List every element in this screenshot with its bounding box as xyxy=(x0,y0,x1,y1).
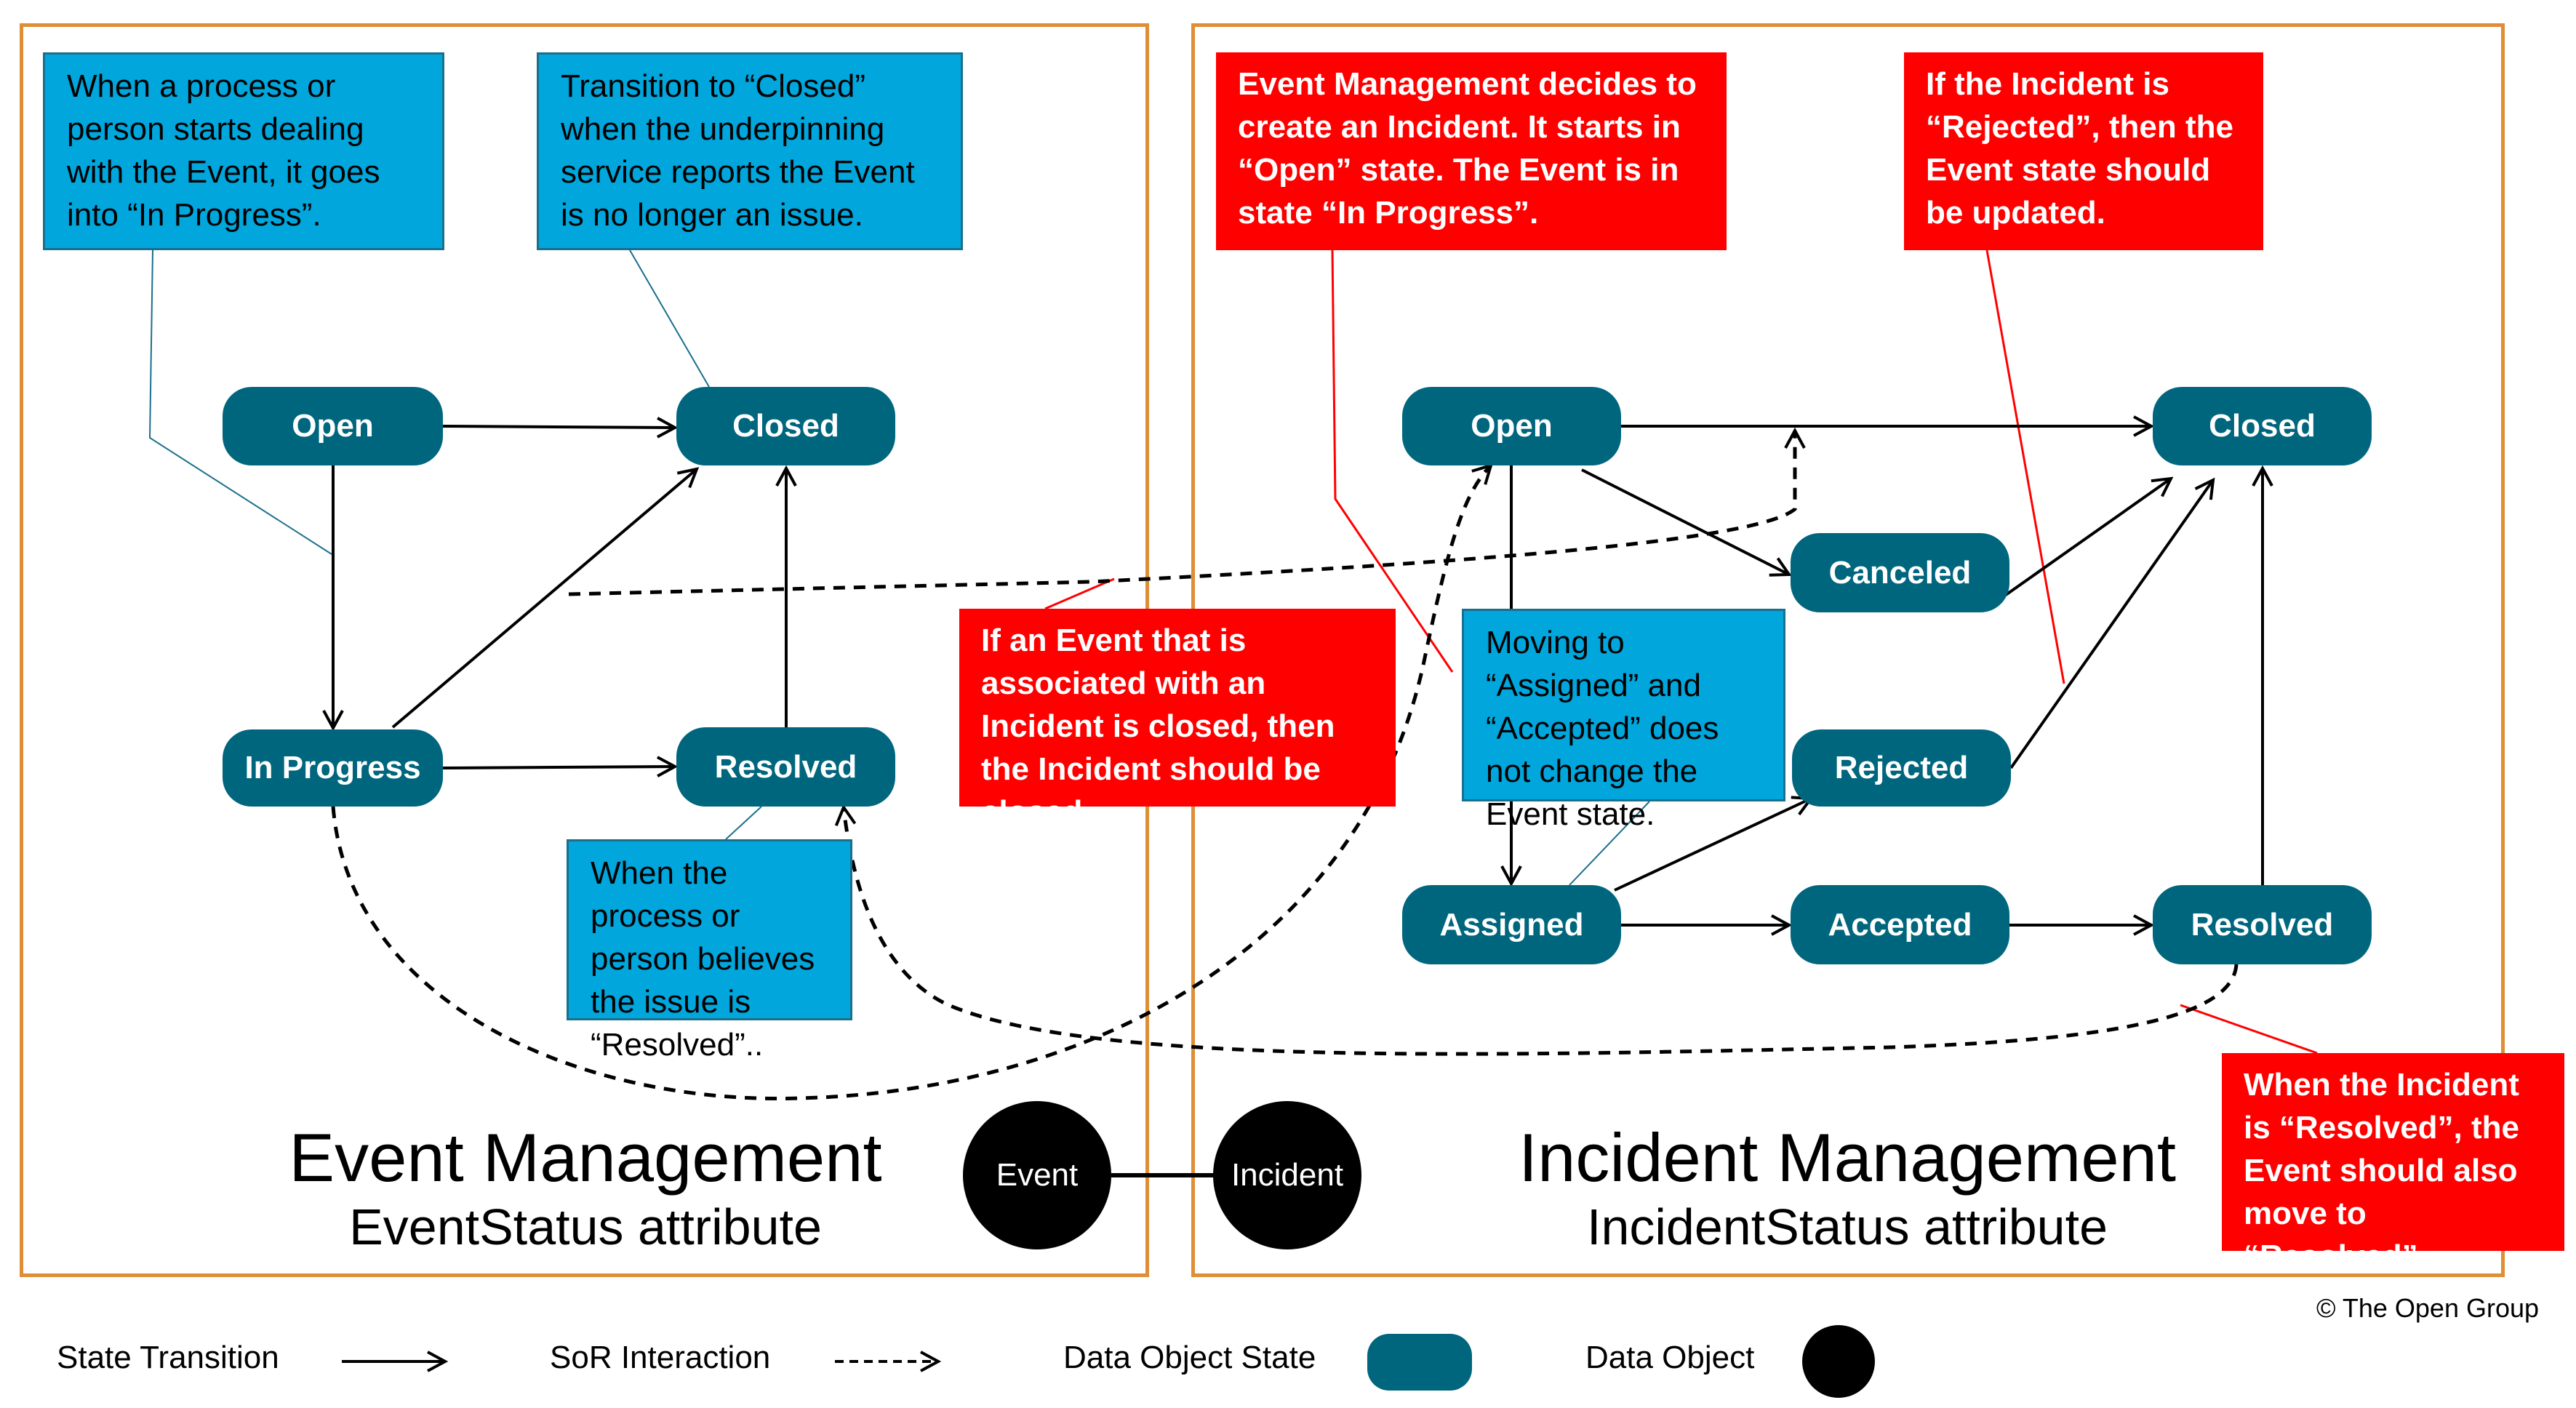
incident-subtitle: IncidentStatus attribute xyxy=(1587,1199,2108,1255)
leader-red-rejected xyxy=(1985,249,2065,684)
legend-data-object-state-swatch xyxy=(1367,1334,1472,1391)
leader-note-closed xyxy=(629,249,710,388)
data-object-event: Event xyxy=(963,1101,1111,1249)
note-resolved: When the process or person believes the … xyxy=(567,839,852,1063)
note-incident-rejected: If the Incident is “Rejected”, then the … xyxy=(1904,52,2263,250)
transition-open-closed-event xyxy=(442,426,675,428)
transition-inprogress-closed xyxy=(391,469,697,729)
legend-data-object-state-label: Data Object State xyxy=(1063,1340,1316,1375)
event-management-title: Event Management EventStatus attribute xyxy=(233,1120,938,1258)
event-state-resolved: Resolved xyxy=(676,727,895,807)
note-event-closed: If an Event that is associated with an I… xyxy=(959,609,1396,830)
incident-title: Incident Management xyxy=(1518,1119,2176,1196)
data-object-incident: Incident xyxy=(1213,1101,1361,1249)
note-in-progress: When a process or person starts dealing … xyxy=(43,52,444,250)
legend-data-object-label: Data Object xyxy=(1585,1340,1755,1375)
leader-note-resolved xyxy=(725,806,762,840)
incident-state-accepted: Accepted xyxy=(1791,885,2009,964)
incident-state-assigned: Assigned xyxy=(1402,885,1621,964)
note-incident-resolved: When the Incident is “Resolved”, the Eve… xyxy=(2222,1053,2564,1274)
note-assigned-accepted: Moving to “Assigned” and “Accepted” does… xyxy=(1462,609,1785,832)
event-title: Event Management xyxy=(289,1119,882,1196)
incident-state-canceled: Canceled xyxy=(1791,533,2009,612)
event-subtitle: EventStatus attribute xyxy=(349,1199,822,1255)
event-state-open: Open xyxy=(223,387,443,465)
note-closed: Transition to “Closed” when the underpin… xyxy=(537,52,963,250)
legend-data-object-swatch xyxy=(1802,1325,1875,1398)
copyright: © The Open Group xyxy=(2316,1293,2540,1323)
legend-state-transition-label: State Transition xyxy=(57,1340,279,1375)
event-state-in-progress: In Progress xyxy=(223,729,443,807)
transition-rejected-closed xyxy=(2009,480,2213,769)
incident-management-title: Incident Management IncidentStatus attri… xyxy=(1484,1120,2211,1258)
incident-state-open: Open xyxy=(1402,387,1621,465)
incident-state-resolved: Resolved xyxy=(2153,885,2372,964)
transition-open-canceled xyxy=(1581,468,1789,575)
legend-sor-interaction-label: SoR Interaction xyxy=(550,1340,771,1375)
event-state-closed: Closed xyxy=(676,387,895,465)
incident-state-closed: Closed xyxy=(2153,387,2372,465)
leader-red-incident-resolved xyxy=(2180,1004,2318,1055)
incident-state-rejected: Rejected xyxy=(1792,729,2011,807)
note-create-incident: Event Management decides to create an In… xyxy=(1216,52,1727,250)
transition-inprogress-resolved xyxy=(442,767,675,768)
